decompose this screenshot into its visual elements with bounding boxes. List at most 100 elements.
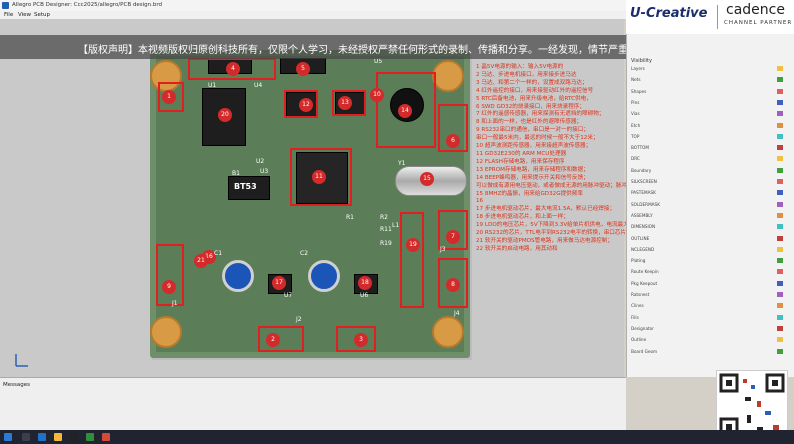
layer-color-swatch[interactable] [777,156,783,162]
note-line: 14 BEEP蜂鸣器，用来提示开关和信号反馈； [476,174,589,181]
layer-color-swatch[interactable] [777,133,783,139]
layer-color-swatch[interactable] [777,122,783,128]
silk-j2: J2 [296,316,302,323]
partner-logo: U-Creative cadence CHANNEL PARTNER [626,0,794,34]
layer-color-swatch[interactable] [777,77,783,83]
layer-color-swatch[interactable] [777,212,783,218]
silk-y1: Y1 [398,160,406,167]
marker-8: 8 [446,278,460,292]
silk-u6: U6 [360,292,369,299]
layer-row[interactable]: DIMENSION [631,224,743,229]
layer-row[interactable]: Pkg Keepout [631,281,743,286]
note-line: 10 超声波测距传感器，用来接超声波传感器； [476,143,592,150]
note-line: 12 FLASH存储电路，用来保存程序 [476,158,565,165]
layer-row[interactable]: Route Keepin [631,269,743,274]
marker-10: 10 [370,88,384,102]
note-line: 1 晶5V电源的输入：输入5V电源的 [476,64,564,70]
qq-icon[interactable] [70,433,78,441]
note-line: 11 GD32E230的 ARM MCU处理器 [476,150,567,157]
taskbar [0,430,794,444]
allegro-app-icon [2,2,9,9]
layer-color-swatch[interactable] [777,280,783,286]
layer-color-swatch[interactable] [777,66,783,71]
folder-icon[interactable] [54,433,62,441]
menu-file[interactable]: File [4,12,13,18]
layer-color-swatch[interactable] [777,179,783,184]
layer-color-swatch[interactable] [777,246,783,252]
layer-row[interactable]: Nets [631,77,743,82]
menu-view[interactable]: View [18,12,31,18]
edge-icon[interactable] [38,433,46,441]
marker-21: 21 [194,254,208,268]
electrolytic-capacitor-1 [222,260,254,292]
messages-label: Messages [3,382,30,388]
layer-color-swatch[interactable] [777,258,783,264]
layer-row[interactable]: Board Geom [631,349,743,354]
layer-row[interactable]: Vias [631,111,743,116]
search-icon[interactable] [22,433,30,441]
layer-row[interactable]: Plating [631,258,743,263]
layer-row[interactable]: SOLDERMASK [631,202,743,207]
layer-row[interactable]: Layers [631,66,743,71]
marker-9: 9 [162,280,176,294]
layer-row[interactable]: Designator [631,326,743,331]
layer-row[interactable]: Clines [631,303,743,308]
visibility-panel[interactable]: Visibility Layers Nets Shapes Pins Vias Etch T… [626,34,794,377]
highlight-box-9 [156,244,184,306]
layer-row[interactable]: Etch [631,123,743,128]
layer-color-swatch[interactable] [777,348,783,354]
wechat-icon[interactable] [86,433,94,441]
layer-color-swatch[interactable] [777,269,783,275]
layer-row[interactable]: Fills [631,315,743,320]
layer-row[interactable]: Boundary [631,168,743,173]
layer-color-swatch[interactable] [777,303,783,309]
app-icon[interactable] [102,433,110,441]
windows-start-icon[interactable] [4,433,12,441]
layer-row[interactable]: ASSEMBLY [631,213,743,218]
messages-pane[interactable]: Messages [0,377,626,431]
note-line: 22 软开关的启动电路，用其动和 [476,245,558,252]
layer-color-swatch[interactable] [777,235,783,241]
layer-color-swatch[interactable] [777,292,783,297]
silk-c2: C2 [300,250,309,257]
layer-color-swatch[interactable] [777,337,783,343]
marker-13: 13 [338,96,352,110]
silk-r2: R2 [380,214,388,221]
layer-row[interactable]: PASTEMASK [631,190,743,195]
layer-color-swatch[interactable] [777,88,783,94]
note-line: 13 EPROM存储电路，用来存储程序和数据； [476,166,589,173]
silk-l1: L1 [392,222,400,229]
note-line: 3 马达、和第二个一样的，设置成双路马达； [476,79,588,86]
logo-divider [717,5,718,29]
layer-row[interactable]: SILKSCREEN [631,179,743,184]
window-title: Allegro PCB Designer: Ccc2025/allegro/PC… [12,2,162,8]
layer-color-swatch[interactable] [777,111,783,117]
menu-setup[interactable]: Setup [34,12,50,18]
layer-row[interactable]: Shapes [631,89,743,94]
layer-color-swatch[interactable] [777,314,783,320]
layer-row[interactable]: Outline [631,337,743,342]
layer-color-swatch[interactable] [777,224,783,230]
layer-row[interactable]: BOTTOM [631,145,743,150]
highlight-box-2 [258,326,304,352]
layer-color-swatch[interactable] [777,167,783,173]
note-line: 18 步进电机驱动芯片，和上面一样； [476,214,569,221]
layer-row[interactable]: Pins [631,100,743,105]
layer-color-swatch[interactable] [777,201,783,207]
silk-bt53: BT53 [234,182,257,191]
note-line: 20 RS232的芯片，TTL电平到RS232电平的转换，串口芯片 [476,230,627,237]
layer-color-swatch[interactable] [777,190,783,196]
layer-row[interactable]: TOP [631,134,743,139]
silk-u5: U5 [374,58,383,65]
note-line: 4 红外遥控的接口，用来接驱动红外的遥控信号 [476,87,594,94]
layer-color-swatch[interactable] [777,99,783,105]
layer-row[interactable]: Ratsnest [631,292,743,297]
silk-c1: C1 [214,250,223,257]
highlight-box-19 [400,212,424,308]
channel-partner-label: CHANNEL PARTNER [724,20,793,26]
layer-row[interactable]: DRC [631,156,743,161]
layer-color-swatch[interactable] [777,145,783,151]
layer-row[interactable]: NCLEGEND [631,247,743,252]
layer-color-swatch[interactable] [777,325,783,331]
layer-row[interactable]: OUTLINE [631,236,743,241]
